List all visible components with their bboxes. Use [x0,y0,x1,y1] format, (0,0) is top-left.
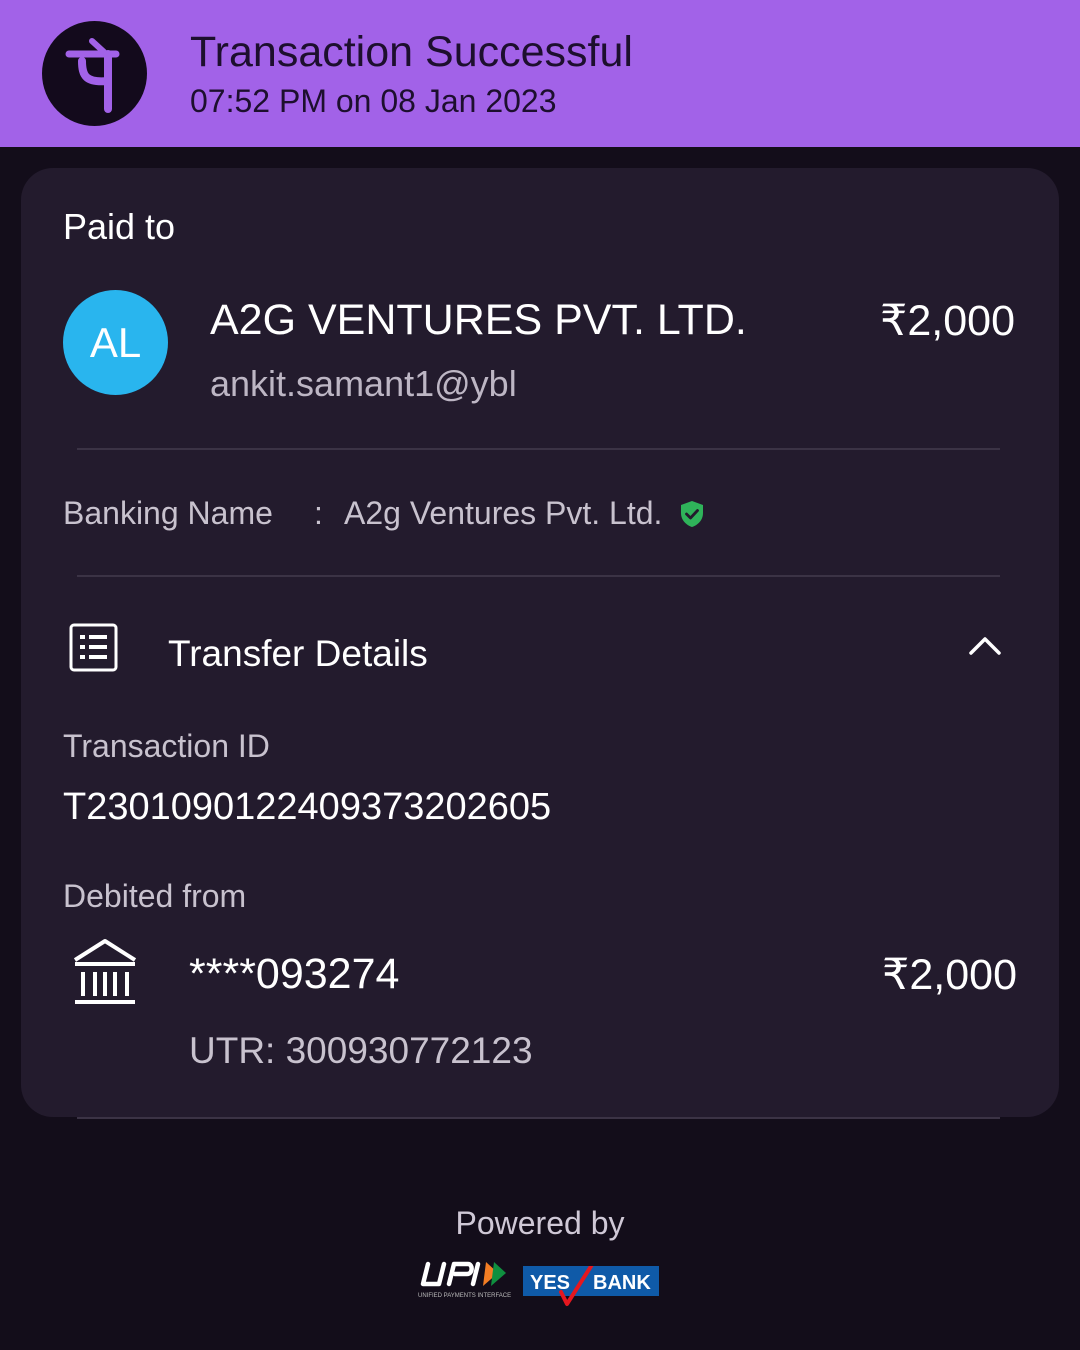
paid-amount: ₹2,000 [880,297,1015,345]
banking-name-value: A2g Ventures Pvt. Ltd. [344,495,663,531]
yes-bank-logo: YES BANK [523,1258,659,1313]
payee-name: A2G VENTURES PVT. LTD. [210,296,747,344]
svg-text:BANK: BANK [593,1272,651,1294]
phonepe-logo-icon [42,21,147,126]
divider [77,1117,1000,1119]
transaction-card: Paid to AL A2G VENTURES PVT. LTD. ankit.… [21,168,1059,1117]
paid-to-label: Paid to [63,206,176,247]
debited-from-label: Debited from [63,878,247,914]
divider [77,448,1000,450]
debit-amount: ₹2,000 [882,951,1017,999]
svg-text:UNIFIED PAYMENTS INTERFACE: UNIFIED PAYMENTS INTERFACE [418,1293,511,1299]
receipt-list-icon[interactable] [69,623,119,678]
payee-vpa: ankit.samant1@ybl [210,363,517,404]
utr-number[interactable]: UTR: 300930772123 [189,1030,533,1072]
avatar-initials: AL [89,318,142,366]
powered-by-label: Powered by [455,1205,625,1241]
transaction-datetime: 07:52 PM on 08 Jan 2023 [190,83,557,119]
status-title: Transaction Successful [190,28,633,76]
bank-icon [71,936,139,1013]
transfer-details-toggle[interactable]: Transfer Details [168,633,428,675]
svg-text:YES: YES [530,1272,570,1294]
banking-name-separator: : [314,495,323,531]
avatar: AL [63,290,168,395]
upi-logo: UNIFIED PAYMENTS INTERFACE [418,1258,516,1305]
status-header: Transaction Successful 07:52 PM on 08 Ja… [0,0,1080,147]
debit-account-number: ****093274 [189,950,400,998]
verified-shield-icon [679,500,705,533]
banking-name-label: Banking Name [63,495,273,531]
divider [77,575,1000,577]
transaction-id-label: Transaction ID [63,728,270,764]
transaction-id-value[interactable]: T2301090122409373202605 [63,786,551,829]
chevron-up-icon[interactable] [968,634,1002,661]
